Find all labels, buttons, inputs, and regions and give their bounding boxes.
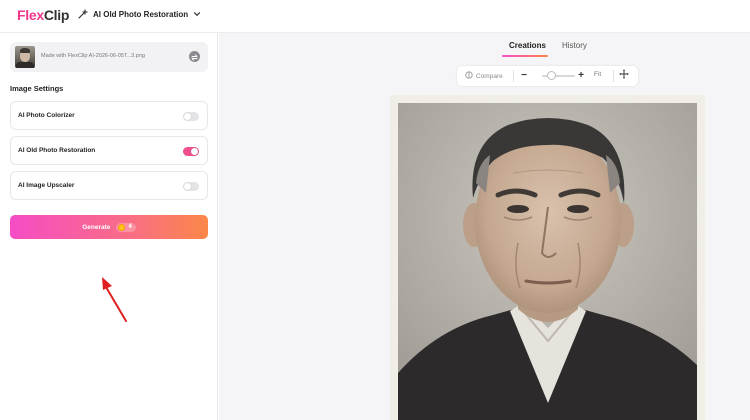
colorizer-toggle[interactable] (183, 112, 199, 121)
option-label: AI Image Upscaler (18, 182, 75, 189)
annotation-arrow-icon (102, 277, 127, 322)
zoom-slider-handle[interactable] (547, 71, 556, 80)
image-settings-heading: Image Settings (10, 84, 64, 93)
upscaler-toggle[interactable] (183, 182, 199, 191)
swap-icon (191, 48, 198, 66)
fit-button[interactable]: Fit (594, 71, 601, 78)
move-icon (619, 69, 629, 82)
option-label: AI Old Photo Restoration (18, 147, 96, 154)
move-button[interactable] (618, 69, 630, 83)
option-ai-image-upscaler[interactable]: AI Image Upscaler (10, 171, 208, 200)
file-thumbnail (15, 46, 35, 68)
portrait-image (398, 103, 697, 420)
magic-wand-icon (78, 9, 88, 19)
top-bar: Flex Clip AI Old Photo Restoration (0, 0, 750, 33)
option-ai-old-photo-restoration[interactable]: AI Old Photo Restoration (10, 136, 208, 165)
file-name: Made with FlexClip AI-2026-06-05T...3.pn… (41, 53, 145, 59)
flexclip-logo[interactable]: Flex Clip (17, 7, 69, 23)
option-label: AI Photo Colorizer (18, 112, 75, 119)
restored-photo (398, 103, 697, 420)
result-tabs: Creations History (219, 33, 750, 59)
zoom-in-button[interactable]: + (575, 69, 587, 83)
tab-creations[interactable]: Creations (509, 41, 546, 50)
tab-history[interactable]: History (562, 41, 587, 50)
logo-flex-text: Flex (17, 7, 44, 23)
uploaded-file-card: Made with FlexClip AI-2026-06-05T...3.pn… (10, 42, 208, 72)
toolbar-divider (613, 70, 614, 82)
compare-button[interactable]: Compare (465, 71, 503, 81)
settings-panel: Made with FlexClip AI-2026-06-05T...3.pn… (0, 33, 218, 420)
preview-area: Creations History Compare − + Fit (219, 33, 750, 420)
credit-cost-badge: 4 (116, 222, 136, 232)
credit-count: 4 (128, 224, 132, 230)
restoration-toggle[interactable] (183, 147, 199, 156)
chevron-down-icon (193, 10, 201, 18)
compare-label: Compare (476, 72, 503, 80)
coin-icon (118, 223, 126, 231)
generate-button[interactable]: Generate 4 (10, 215, 208, 239)
logo-clip-text: Clip (43, 7, 70, 23)
restored-photo-frame (390, 95, 705, 420)
preview-toolbar: Compare − + Fit (457, 66, 638, 86)
generate-label: Generate (82, 223, 111, 231)
toolbar-divider (513, 70, 514, 82)
replace-file-button[interactable] (189, 51, 200, 62)
tool-name: AI Old Photo Restoration (93, 9, 189, 19)
tool-selector[interactable]: AI Old Photo Restoration (78, 9, 201, 19)
active-tab-indicator (502, 55, 548, 57)
option-ai-photo-colorizer[interactable]: AI Photo Colorizer (10, 101, 208, 130)
compare-icon (465, 71, 473, 81)
zoom-out-button[interactable]: − (518, 69, 530, 83)
